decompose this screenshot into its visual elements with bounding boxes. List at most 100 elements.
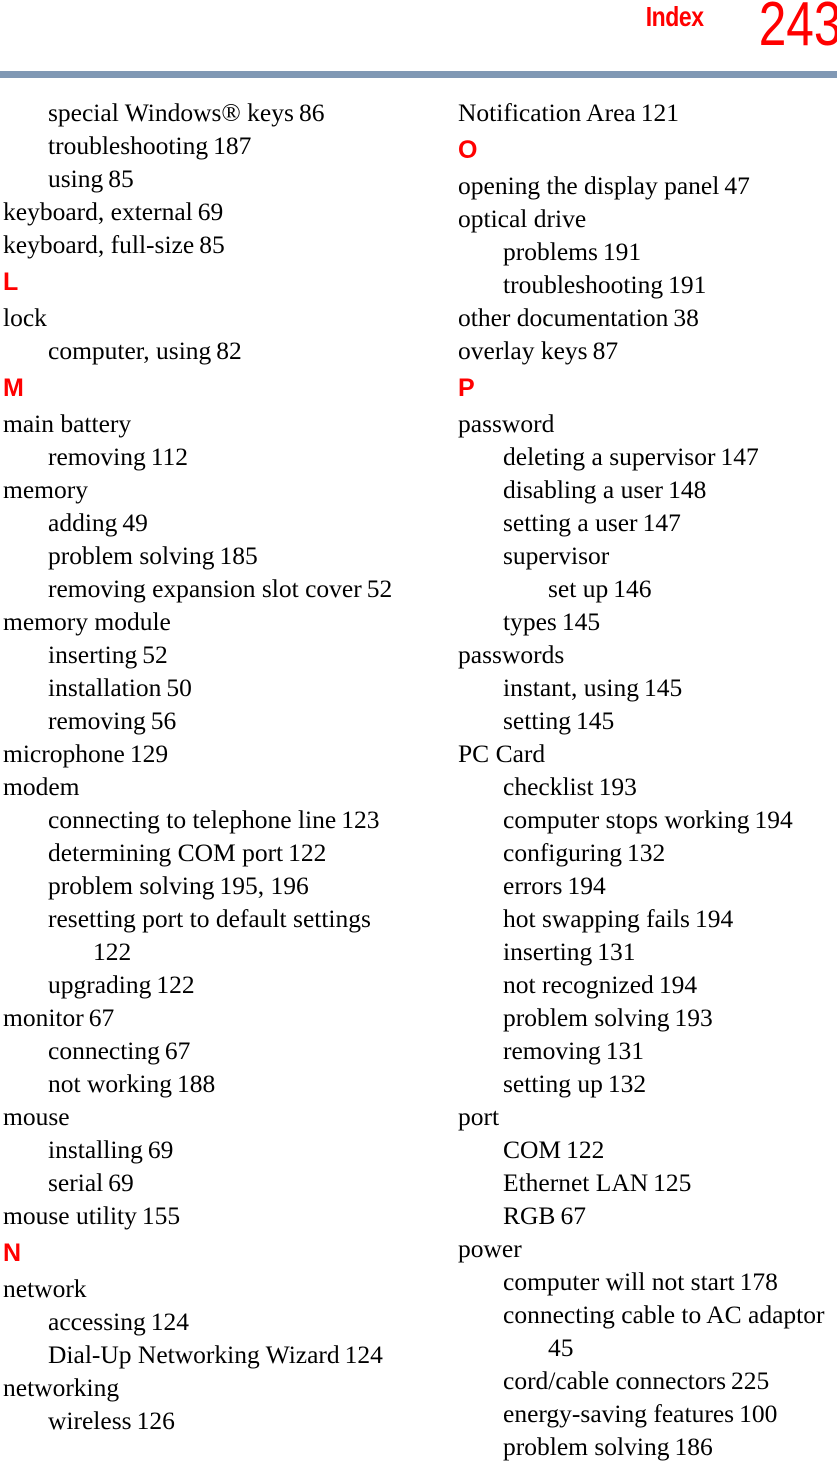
index-entry: accessing 124	[3, 1305, 418, 1338]
index-entry: problem solving 185	[3, 539, 418, 572]
index-entry-page-locator: 124	[344, 1340, 383, 1369]
index-entry-text: computer, using	[48, 336, 212, 365]
index-entry: 122	[3, 935, 418, 968]
index-entry-page-locator: 147	[720, 442, 759, 471]
index-entry-text: not recognized	[503, 970, 654, 999]
letter-heading-p: P	[458, 374, 475, 402]
index-entry-page-locator: 69	[108, 1168, 134, 1197]
index-entry: RGB 67	[458, 1199, 836, 1232]
index-entry-text: microphone	[3, 739, 125, 768]
index-entry-page-locator: 145	[576, 706, 615, 735]
index-entry-page-locator: 67	[88, 1003, 115, 1032]
index-entry-text: resetting port to default settings	[48, 904, 371, 933]
index-entry: computer will not start 178	[458, 1265, 836, 1298]
index-entry: inserting 52	[3, 638, 418, 671]
index-entry: special Windows® keys 86	[3, 96, 418, 129]
letter-heading-l: L	[3, 268, 19, 296]
index-entry: removing 112	[3, 440, 418, 473]
index-entry: password	[458, 407, 836, 440]
index-entry-page-locator: 129	[129, 739, 169, 768]
index-entry-text: mouse utility	[3, 1201, 137, 1230]
index-entry-page-locator: 38	[673, 303, 699, 332]
index-entry: connecting cable to AC adaptor	[458, 1298, 836, 1331]
index-entry-text: types	[503, 607, 557, 636]
index-entry-text: monitor	[3, 1003, 84, 1032]
index-entry-text: lock	[3, 303, 47, 332]
index-entry-page-locator: 50	[166, 673, 192, 702]
index-entry: keyboard, external 69	[3, 195, 418, 228]
index-entry-page-locator: 112	[150, 442, 189, 471]
index-entry: types 145	[458, 605, 836, 638]
letter-heading-m: M	[3, 374, 24, 402]
index-entry-text: PC Card	[458, 739, 546, 768]
index-entry: removing 131	[458, 1034, 836, 1067]
index-entry-page-locator: 47	[724, 171, 750, 200]
index-column-right: Notification Area 121 Oopening the display…	[418, 96, 836, 1463]
index-entry-page-locator: 122	[566, 1135, 605, 1164]
index-entry: adding 49	[3, 506, 418, 539]
index-entry: optical drive	[458, 202, 836, 235]
index-entry: not recognized 194	[458, 968, 836, 1001]
index-entry: errors 194	[458, 869, 836, 902]
index-entry-text: mouse	[3, 1102, 70, 1131]
index-entry-page-locator: 186	[674, 1432, 713, 1461]
index-entry-page-locator: 145	[644, 673, 683, 702]
index-entry: memory module	[3, 605, 418, 638]
index-entry-text: opening the display panel	[458, 171, 720, 200]
index-entry-text: installing	[48, 1135, 143, 1164]
index-entry-page-locator: 122	[288, 838, 327, 867]
index-entry-text: computer stops working	[503, 805, 750, 834]
index-entry-page-locator: 85	[199, 230, 225, 259]
index-entry-text: determining COM port	[48, 838, 284, 867]
index-entry: setting 145	[458, 704, 836, 737]
index-entry-text: inserting	[48, 640, 138, 669]
index-entry: Dial-Up Networking Wizard 124	[3, 1338, 418, 1371]
index-entry: opening the display panel 47	[458, 169, 836, 202]
index-entry-page-locator: 131	[597, 937, 636, 966]
index-entry: problem solving 195, 196	[3, 869, 418, 902]
index-entry-page-locator: 193	[598, 772, 637, 801]
index-entry: cord/cable connectors 225	[458, 1364, 836, 1397]
index-entry-text: keyboard, full-size	[3, 230, 195, 259]
index-entry: lock	[3, 301, 418, 334]
index-entry: removing 56	[3, 704, 418, 737]
page-number: 243	[758, 0, 837, 59]
index-entry: inserting 131	[458, 935, 836, 968]
index-entry-text: optical drive	[458, 204, 587, 233]
index-entry-text: special Windows® keys	[48, 98, 294, 127]
index-entry-text: setting	[503, 706, 571, 735]
index-entry: setting up 132	[458, 1067, 836, 1100]
index-entry: other documentation 38	[458, 301, 836, 334]
index-entry-page-locator: 145	[561, 607, 601, 636]
index-entry-text: serial	[48, 1168, 104, 1197]
index-entry: serial 69	[3, 1166, 418, 1199]
index-entry-page-locator: 132	[626, 838, 666, 867]
index-entry-text: problem solving	[503, 1432, 670, 1461]
index-entry-text: configuring	[503, 838, 622, 867]
index-entry-page-locator: 52	[142, 640, 168, 669]
index-entry-page-locator: 195, 196	[219, 871, 309, 900]
index-entry-page-locator: 85	[108, 164, 134, 193]
index-entry: Notification Area 121	[458, 96, 836, 129]
page-header: Index 243	[0, 0, 837, 78]
header-divider-rule	[0, 71, 837, 78]
index-entry-text: inserting	[503, 937, 593, 966]
index-entry: wireless 126	[3, 1404, 418, 1437]
index-entry-page-locator: 188	[176, 1069, 216, 1098]
index-entry-text: troubleshooting	[503, 270, 664, 299]
index-entry-page-locator: 132	[607, 1069, 647, 1098]
index-column-left: special Windows® keys 86 troubleshooting 18…	[0, 96, 418, 1463]
index-entry-page-locator: 122	[93, 937, 132, 966]
index-entry-text: cord/cable connectors	[503, 1366, 727, 1395]
index-entry-page-locator: 52	[366, 574, 393, 603]
index-entry: monitor 67	[3, 1001, 418, 1034]
index-entry-page-locator: 123	[341, 805, 380, 834]
index-entry-page-locator: 122	[156, 970, 195, 999]
index-entry: problem solving 186	[458, 1430, 836, 1463]
index-entry-text: memory module	[3, 607, 171, 636]
index-entry-text: checklist	[503, 772, 594, 801]
index-entry-page-locator: 45	[548, 1333, 574, 1362]
index-entry-text: installation	[48, 673, 162, 702]
index-entry-page-locator: 148	[668, 475, 707, 504]
letter-heading-n: N	[3, 1239, 22, 1267]
